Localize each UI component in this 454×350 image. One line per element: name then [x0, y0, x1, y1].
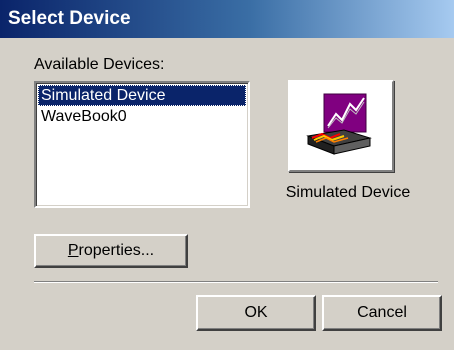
list-item-wavebook0[interactable]: WaveBook0 — [38, 106, 246, 127]
properties-mnemonic: P — [67, 242, 79, 259]
dialog-title: Select Device — [8, 8, 131, 29]
device-caption: Simulated Device — [285, 184, 411, 201]
properties-label: roperties... — [78, 242, 155, 259]
separator — [34, 281, 438, 283]
available-devices-label: Available Devices: — [34, 56, 165, 73]
device-chart-icon — [306, 93, 372, 155]
device-preview-frame — [288, 80, 394, 172]
ok-button[interactable]: OK — [196, 295, 316, 331]
properties-button[interactable]: Properties... — [34, 234, 188, 268]
title-bar[interactable]: Select Device — [0, 0, 454, 38]
cancel-button[interactable]: Cancel — [322, 295, 442, 331]
devices-listbox[interactable]: Simulated Device WaveBook0 — [34, 81, 250, 208]
select-device-dialog: Select Device Available Devices: Simulat… — [0, 0, 454, 350]
list-item-simulated-device[interactable]: Simulated Device — [38, 85, 246, 106]
